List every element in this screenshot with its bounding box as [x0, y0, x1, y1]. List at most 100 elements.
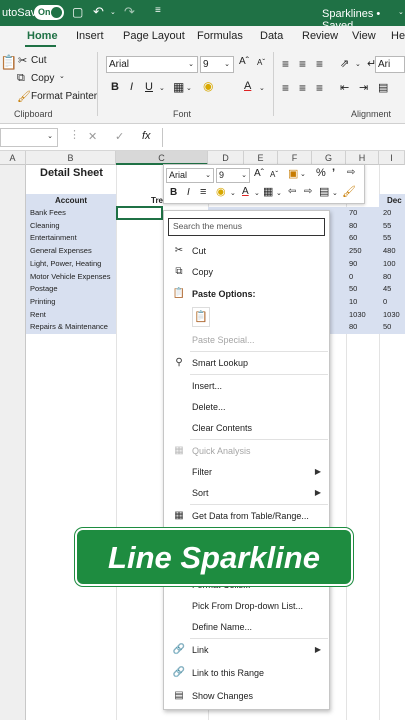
mini-decrease-decimal-icon[interactable]: ⇦	[288, 186, 296, 197]
selected-cell[interactable]	[116, 206, 163, 220]
insert-function-button[interactable]: fx	[142, 130, 151, 142]
borders-icon[interactable]: ▦	[173, 80, 184, 94]
menu-item-quick-analysis[interactable]: ▦ Quick Analysis	[164, 441, 329, 461]
chevron-down-icon[interactable]: ⌄	[259, 84, 265, 92]
mini-bold-button[interactable]: B	[170, 187, 177, 198]
save-icon[interactable]: ▢	[72, 5, 83, 19]
menu-item-sort[interactable]: Sort ▶	[164, 483, 329, 503]
chevron-down-icon[interactable]: ⌄	[230, 189, 236, 197]
chevron-down-icon[interactable]: ⌄	[159, 84, 165, 92]
value-cell[interactable]: 55	[383, 232, 391, 244]
account-cell[interactable]: Postage	[30, 283, 58, 295]
autosave-toggle[interactable]: On	[34, 5, 64, 20]
value-cell[interactable]: 80	[349, 220, 357, 232]
menu-item-smart-lookup[interactable]: ⚲ Smart Lookup	[164, 353, 329, 373]
font-select-right[interactable]: Ari	[375, 56, 405, 73]
value-cell[interactable]: 90	[349, 258, 357, 270]
mini-merge-icon[interactable]: ▤	[319, 185, 329, 198]
value-cell[interactable]: 70	[349, 207, 357, 219]
copy-dropdown-icon[interactable]: ⌄	[59, 72, 65, 80]
align-left-icon[interactable]: ≡	[282, 81, 289, 95]
value-cell[interactable]: 20	[383, 207, 391, 219]
chevron-down-icon[interactable]: ⌄	[355, 60, 361, 68]
col-header-d[interactable]: D	[208, 151, 244, 165]
mini-font-select[interactable]: Arial ⌄	[166, 168, 214, 183]
cancel-icon[interactable]: ✕	[88, 130, 97, 143]
menu-item-delete[interactable]: Delete...	[164, 397, 329, 417]
account-cell[interactable]: Bank Fees	[30, 207, 66, 219]
increase-font-icon[interactable]: Aˆ	[239, 56, 249, 67]
menu-item-copy[interactable]: ⧉ Copy	[164, 262, 329, 282]
name-box[interactable]: ⌄	[0, 128, 58, 147]
menu-item-define-name[interactable]: Define Name...	[164, 617, 329, 637]
value-cell[interactable]: 1030	[349, 309, 366, 321]
account-cell[interactable]: Entertainment	[30, 232, 77, 244]
mini-increase-decimal-icon[interactable]: ⇨	[304, 186, 312, 197]
menu-item-filter[interactable]: Filter ▶	[164, 462, 329, 482]
value-cell[interactable]: 10	[349, 296, 357, 308]
redo-icon[interactable]: ↷	[124, 4, 135, 20]
value-cell[interactable]: 55	[383, 220, 391, 232]
cut-icon[interactable]: ✂	[18, 54, 27, 67]
chevron-down-icon[interactable]: ⌄	[186, 84, 192, 92]
merge-center-icon[interactable]: ▤	[378, 81, 388, 94]
menu-item-link[interactable]: 🔗 Link ▶	[164, 640, 329, 660]
value-cell[interactable]: 50	[383, 321, 391, 333]
col-header-a[interactable]: A	[0, 151, 26, 165]
align-center-icon[interactable]: ≡	[299, 81, 306, 95]
value-cell[interactable]: 480	[383, 245, 396, 257]
value-cell[interactable]: 60	[349, 232, 357, 244]
paste-icon[interactable]: 📋	[0, 54, 17, 71]
italic-button[interactable]: I	[130, 81, 133, 93]
align-middle-icon[interactable]: ≡	[299, 57, 306, 71]
account-cell[interactable]: Rent	[30, 309, 46, 321]
menu-item-paste-special[interactable]: Paste Special...	[164, 330, 329, 350]
menu-item-pick-from-list[interactable]: Pick From Drop-down List...	[164, 596, 329, 616]
percent-icon[interactable]: %	[316, 167, 326, 179]
font-size-select[interactable]: 9 ⌄	[200, 56, 234, 73]
value-cell[interactable]: 80	[349, 321, 357, 333]
row-header-strip[interactable]	[0, 165, 26, 720]
account-cell[interactable]: Printing	[30, 296, 55, 308]
value-cell[interactable]: 0	[349, 271, 353, 283]
increase-font-icon[interactable]: Aˆ	[254, 168, 264, 179]
menu-item-get-data[interactable]: ▦ Get Data from Table/Range...	[164, 506, 329, 526]
copy-button[interactable]: Copy	[31, 73, 54, 84]
tab-review[interactable]: Review	[302, 30, 338, 42]
account-cell[interactable]: Motor Vehicle Expenses	[30, 271, 110, 283]
mini-fill-color-icon[interactable]: ◉	[216, 185, 226, 198]
cut-button[interactable]: Cut	[31, 55, 47, 66]
align-top-icon[interactable]: ≡	[282, 57, 289, 71]
undo-dropdown-icon[interactable]: ⌄	[110, 8, 116, 16]
chevron-down-icon[interactable]: ⌄	[332, 189, 338, 197]
menu-item-cut[interactable]: ✂ Cut	[164, 241, 329, 261]
tab-home[interactable]: Home	[27, 30, 58, 42]
bold-button[interactable]: B	[111, 81, 119, 93]
align-right-icon[interactable]: ≡	[316, 81, 323, 95]
format-painter-button[interactable]: Format Painter	[31, 91, 97, 102]
decrease-indent-icon[interactable]: ⇤	[340, 81, 349, 94]
col-header-b[interactable]: B	[26, 151, 116, 165]
value-cell[interactable]: 50	[349, 283, 357, 295]
mini-format-painter-icon[interactable]: 🖌	[342, 185, 356, 198]
copy-icon[interactable]: ⧉	[17, 72, 25, 85]
menu-item-show-changes[interactable]: ▤ Show Changes	[164, 686, 329, 706]
value-cell[interactable]: 45	[383, 283, 391, 295]
underline-button[interactable]: U	[145, 81, 153, 93]
font-name-select[interactable]: Arial ⌄	[106, 56, 198, 73]
value-cell[interactable]: 80	[383, 271, 391, 283]
col-header-g[interactable]: G	[312, 151, 346, 165]
mini-align-icon[interactable]: ≡	[200, 186, 206, 198]
chevron-down-icon[interactable]: ⌄	[300, 170, 306, 178]
search-menus-input[interactable]: Search the menus	[168, 218, 325, 236]
tab-help[interactable]: He	[391, 30, 405, 42]
account-cell[interactable]: Cleaning	[30, 220, 60, 232]
font-color-icon[interactable]: A	[244, 80, 251, 92]
account-cell[interactable]: Repairs & Maintenance	[30, 321, 108, 333]
fill-color-icon[interactable]: ◉	[203, 79, 213, 93]
account-cell[interactable]: Light, Power, Heating	[30, 258, 101, 270]
col-header-e[interactable]: E	[244, 151, 278, 165]
col-header-f[interactable]: F	[278, 151, 312, 165]
col-header-h[interactable]: H	[346, 151, 379, 165]
value-cell[interactable]: 250	[349, 245, 362, 257]
